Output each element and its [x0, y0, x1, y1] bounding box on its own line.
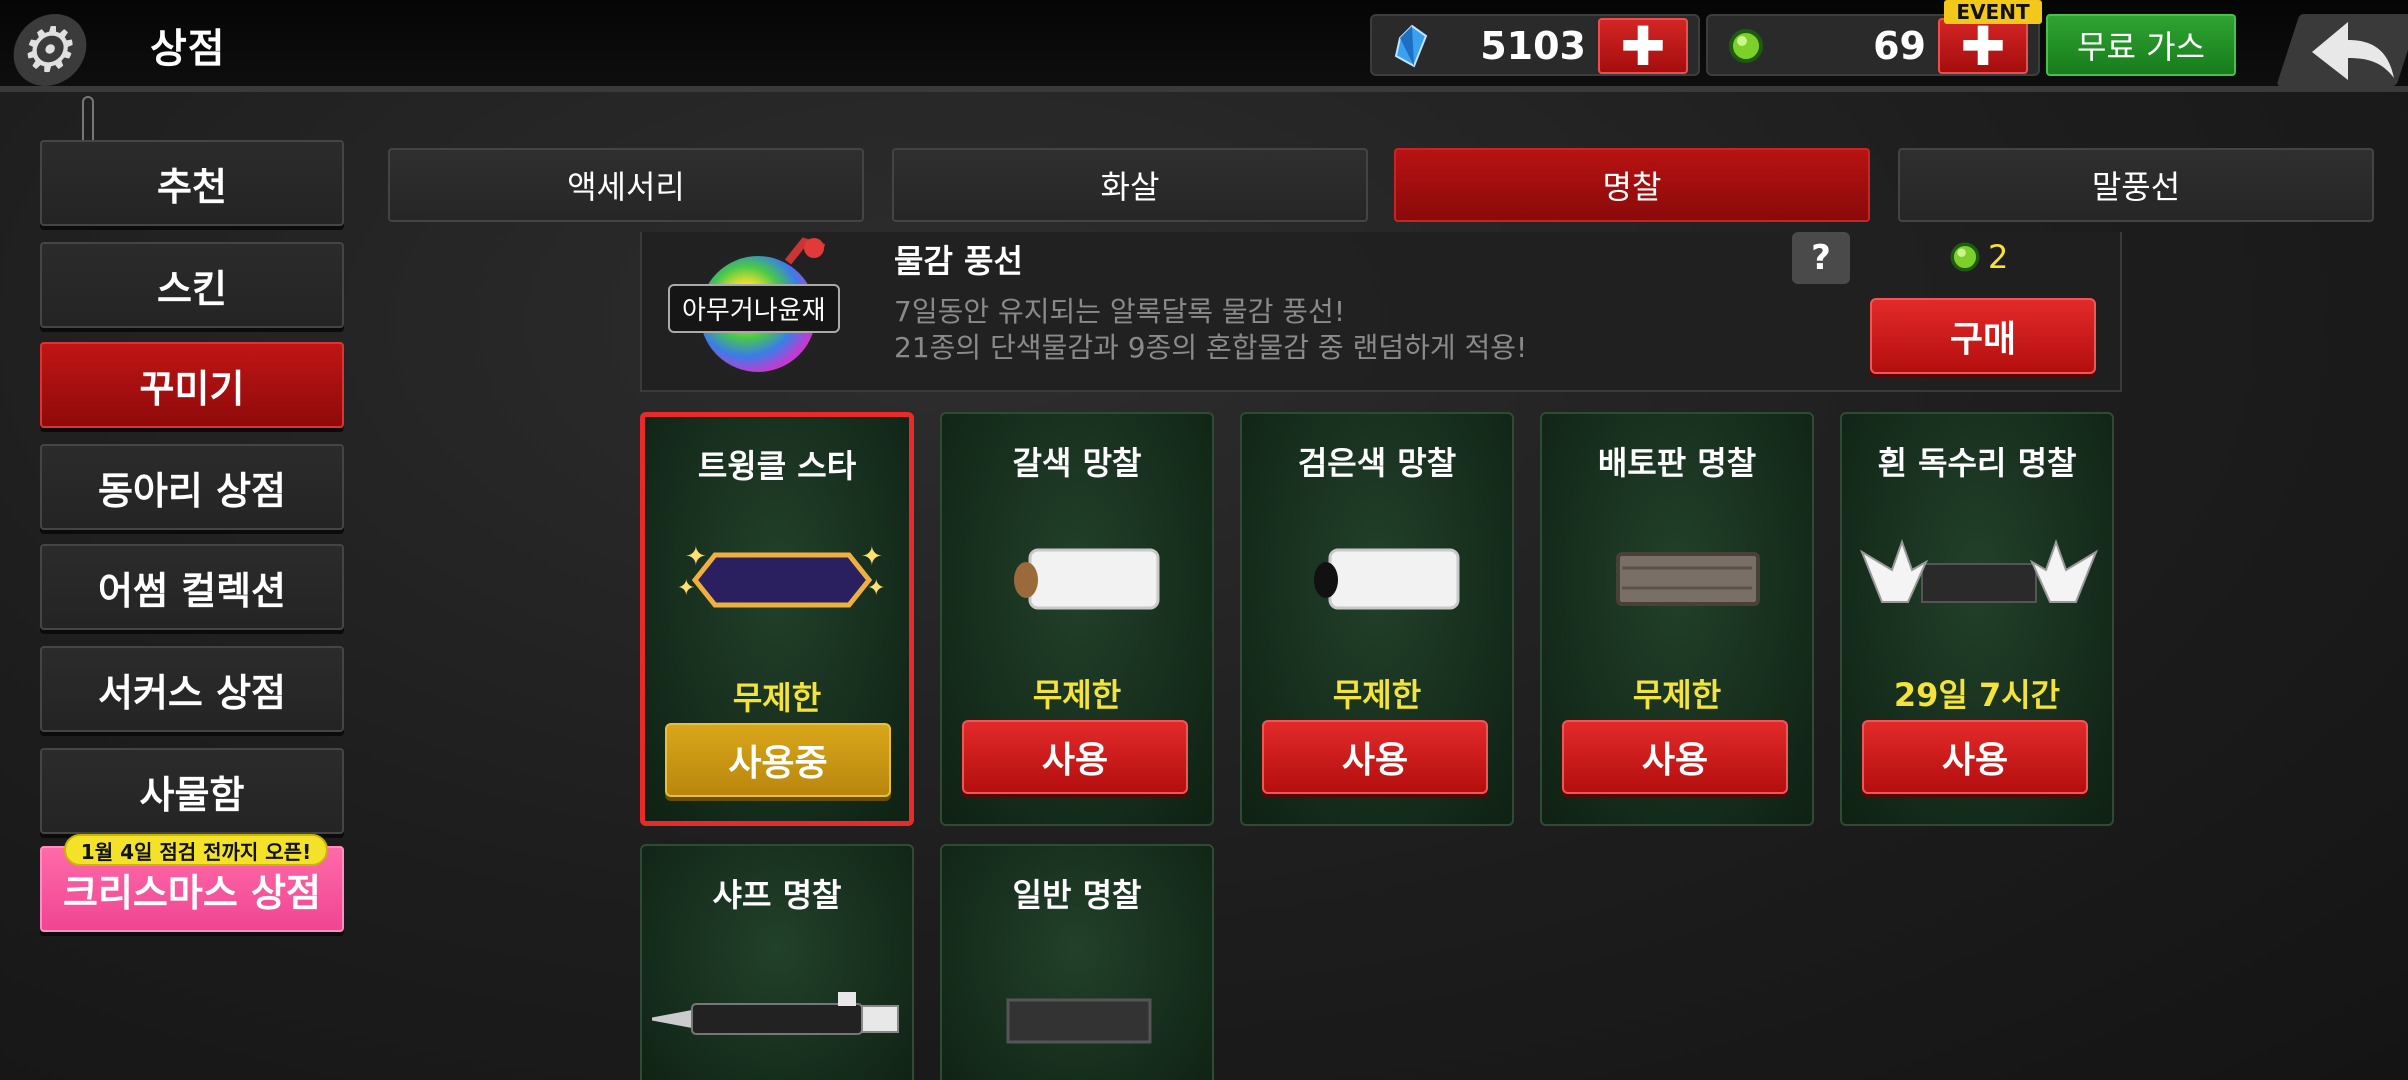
free-gas-button[interactable]: 무료 가스: [2046, 14, 2236, 76]
banner-desc-line: 7일동안 유지되는 알록달록 물감 풍선!: [894, 295, 1346, 328]
sidebar-item-skin[interactable]: 스킨: [40, 242, 344, 328]
card-title: 갈색 망찰: [1012, 444, 1142, 482]
event-badge: EVENT: [1944, 0, 2042, 24]
card-title: 흰 독수리 명찰: [1877, 444, 2077, 482]
nametag-card[interactable]: 배토판 명찰 무제한 사용: [1540, 412, 1814, 826]
settings-button[interactable]: ⚙: [8, 13, 92, 86]
card-title: 트윙클 스타: [697, 447, 857, 485]
card-duration: 29일 7시간: [1893, 676, 2061, 714]
buy-button[interactable]: 구매: [1870, 298, 2096, 374]
nametag-card[interactable]: 샤프 명찰: [640, 844, 914, 1080]
white-eagle-nametag-icon: [1859, 539, 2099, 603]
sidebar-item-circus-shop[interactable]: 서커스 상점: [40, 646, 344, 732]
use-button[interactable]: 사용: [962, 720, 1188, 794]
back-arrow-icon: [2312, 22, 2394, 80]
nametag-card[interactable]: 흰 독수리 명찰 29일 7시간 사용: [1840, 412, 2114, 826]
nametag-card[interactable]: 트윙클 스타 ✦ ✦ ✦ ✦ 무제한 사용중: [640, 412, 914, 826]
crystal-counter: 5103 ✚: [1370, 14, 1700, 78]
banner-description: 7일동안 유지되는 알록달록 물감 풍선! 21종의 단색물감과 9종의 혼합물…: [894, 294, 1527, 366]
crystal-icon: [1394, 24, 1428, 68]
black-nametag-icon: [1314, 548, 1460, 610]
crystal-value: 5103: [1480, 24, 1586, 68]
price-value: 2: [1988, 238, 2009, 276]
svg-text:✦: ✦: [677, 576, 695, 601]
sidebar-item-label: 어썸 컬렉션: [97, 568, 287, 613]
sidebar-item-label: 크리스마스 상점: [63, 870, 321, 915]
use-button[interactable]: 사용: [1262, 720, 1488, 794]
sidebar-item-label: 사물함: [139, 772, 245, 817]
tab-speech-bubble[interactable]: 말풍선: [1898, 148, 2374, 222]
tab-label: 말풍선: [2091, 168, 2181, 206]
in-use-button[interactable]: 사용중: [665, 723, 891, 797]
price-label: 2: [1948, 238, 2008, 276]
svg-text:✦: ✦: [867, 576, 885, 601]
nametag-card[interactable]: 검은색 망찰 무제한 사용: [1240, 412, 1514, 826]
sidebar-item-label: 스킨: [157, 266, 227, 311]
tab-label: 화살: [1100, 168, 1160, 206]
tab-nametag[interactable]: 명찰: [1394, 148, 1870, 222]
twinkle-star-nametag-icon: ✦ ✦ ✦ ✦: [677, 542, 885, 608]
sidebar-item-label: 추천: [157, 164, 227, 209]
brown-nametag-icon: [1014, 548, 1160, 610]
card-title: 배토판 명찰: [1597, 444, 1757, 482]
sidebar-item-recommended[interactable]: 추천: [40, 140, 344, 226]
card-title: 검은색 망찰: [1297, 444, 1457, 482]
svg-text:✦: ✦: [861, 542, 883, 572]
tab-accessory[interactable]: 액세서리: [388, 148, 864, 222]
green-gem-icon: [1729, 29, 1763, 63]
gear-icon: ⚙: [17, 13, 83, 86]
tab-arrow[interactable]: 화살: [892, 148, 1368, 222]
featured-item-banner: 아무거나윤재 물감 풍선 7일동안 유지되는 알록달록 물감 풍선! 21종의 …: [640, 232, 2122, 392]
use-button[interactable]: 사용: [1562, 720, 1788, 794]
tab-label: 명찰: [1602, 168, 1662, 206]
page-title: 상점: [150, 26, 226, 72]
add-crystal-button[interactable]: ✚: [1598, 15, 1688, 78]
sidebar-item-label: 동아리 상점: [97, 468, 287, 513]
sidebar-item-label: 꾸미기: [139, 366, 245, 411]
sidebar-item-label: 서커스 상점: [97, 670, 287, 715]
sidebar-item-decorate[interactable]: 꾸미기: [40, 342, 344, 428]
green-gem-icon: [1950, 242, 1980, 272]
plain-nametag-icon: [1006, 998, 1152, 1044]
help-icon[interactable]: ?: [1792, 232, 1850, 284]
tab-label: 액세서리: [567, 168, 685, 206]
nametag-card[interactable]: 갈색 망찰 무제한 사용: [940, 412, 1214, 826]
banner-title: 물감 풍선: [894, 242, 1023, 280]
card-duration: 무제한: [1332, 676, 1422, 714]
mechanical-pencil-nametag-icon: [652, 992, 899, 1035]
card-title: 일반 명찰: [1012, 876, 1142, 914]
sidebar-item-club-shop[interactable]: 동아리 상점: [40, 444, 344, 530]
card-duration: 무제한: [1032, 676, 1122, 714]
sidebar-item-locker[interactable]: 사물함: [40, 748, 344, 834]
owner-tag: 아무거나윤재: [668, 284, 840, 333]
add-gem-button[interactable]: ✚: [1938, 15, 2028, 78]
banner-desc-line: 21종의 단색물감과 9종의 혼합물감 중 랜덤하게 적용!: [894, 331, 1528, 364]
card-duration: 무제한: [1632, 676, 1722, 714]
svg-text:✦: ✦: [685, 542, 707, 572]
sidebar-item-awesome-collection[interactable]: 어썸 컬렉션: [40, 544, 344, 630]
top-bar: ⚙ 상점 5103 ✚ 69 ✚ EVENT 무료 가스: [0, 0, 2408, 92]
christmas-shop-badge: 1월 4일 점검 전까지 오픈!: [64, 834, 328, 866]
nametag-card[interactable]: 일반 명찰: [940, 844, 1214, 1080]
card-title: 샤프 명찰: [712, 876, 842, 914]
wooden-board-nametag-icon: [1616, 552, 1760, 606]
use-button[interactable]: 사용: [1862, 720, 2088, 794]
gem-value: 69: [1873, 24, 1926, 68]
card-duration: 무제한: [732, 679, 822, 717]
